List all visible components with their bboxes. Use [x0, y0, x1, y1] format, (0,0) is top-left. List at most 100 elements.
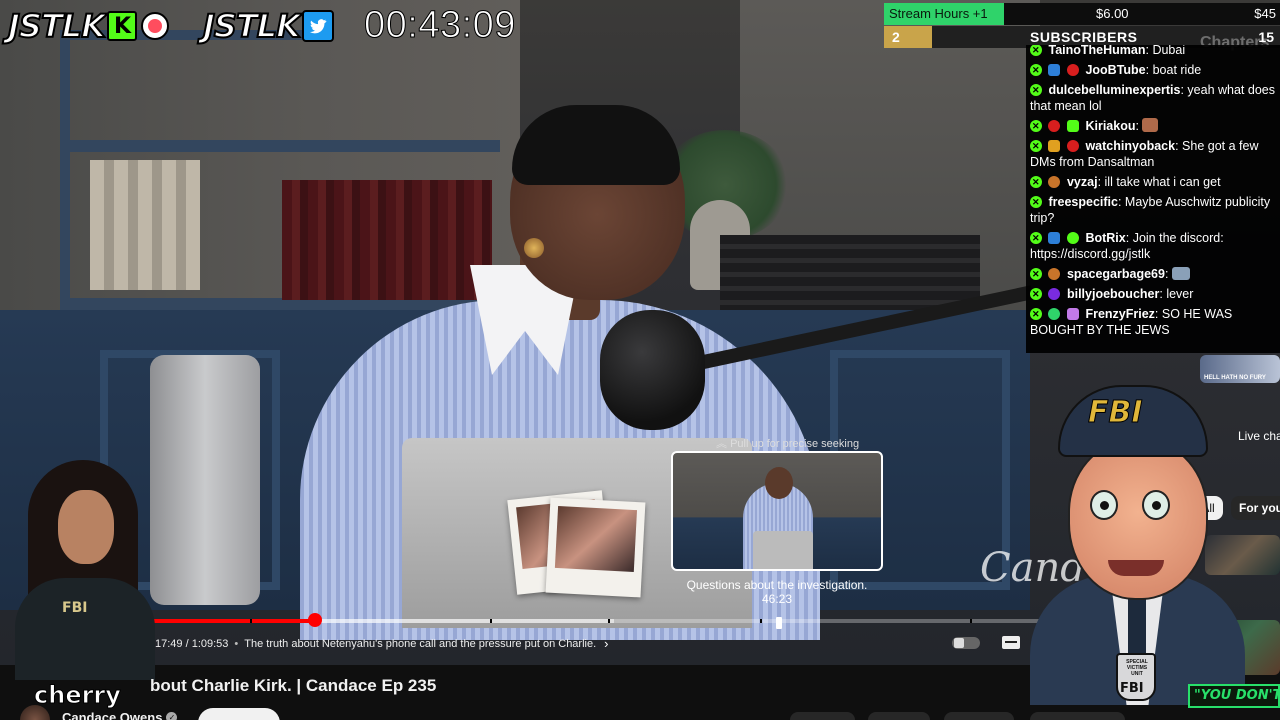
chevron-right-icon[interactable]: ›	[604, 636, 608, 651]
sub-badge-icon	[1048, 232, 1061, 244]
books	[90, 160, 200, 290]
red-badge-icon	[1066, 64, 1079, 76]
red-badge-icon	[1066, 140, 1079, 152]
chat-message: TainoTheHuman: Dubai	[1030, 45, 1276, 58]
verified-badge-icon	[1066, 232, 1079, 244]
green-badge-icon	[1048, 308, 1061, 320]
chat-message: billyjoeboucher: lever	[1030, 286, 1276, 302]
chat-message: freespecific: Maybe Auschwitz publicity …	[1030, 194, 1276, 226]
chat-text: ill take what i can get	[1104, 175, 1221, 189]
thumbnail-caption: HELL HATH NO FURY	[1204, 375, 1266, 381]
streamer-name: cherry	[34, 681, 122, 710]
lavender-badge-icon	[1066, 308, 1079, 320]
chapter-divider	[608, 619, 610, 623]
mascot-eye	[1142, 490, 1170, 520]
crown-badge-icon	[1048, 140, 1061, 152]
mouse-cursor-icon	[776, 617, 782, 629]
kick-badge-icon	[1030, 174, 1042, 190]
chat-username: TainoTheHuman	[1048, 45, 1146, 57]
microphone	[600, 310, 705, 430]
channel-name[interactable]: Candace Owens	[62, 710, 162, 720]
emote-icon	[1142, 118, 1159, 132]
video-title: bout Charlie Kirk. | Candace Ep 235	[150, 676, 437, 695]
preview-head	[765, 467, 793, 499]
download-button[interactable]	[1030, 712, 1125, 720]
fbi-mascot: FBI SPECIAL VICTIMS UNIT FBI	[1030, 385, 1245, 705]
kick-badge-icon	[1030, 286, 1042, 302]
subathon-bar: Stream Hours +1 $6.00 $45	[884, 3, 1280, 25]
chat-message: Kiriakou:	[1030, 118, 1276, 134]
books	[282, 180, 492, 300]
channel-avatar[interactable]	[20, 705, 50, 720]
subathon-price-mid: $6.00	[1096, 6, 1129, 21]
chat-username: BotRix	[1085, 231, 1126, 245]
kick-badge-icon	[1030, 194, 1042, 210]
subtitles-icon[interactable]	[1002, 636, 1020, 649]
chat-username: vyzaj	[1066, 175, 1098, 189]
progress-scrubber[interactable]	[307, 613, 322, 627]
brand-text: JSTLK	[202, 6, 302, 46]
subscriber-goal-title: SUBSCRIBERS	[1030, 29, 1138, 45]
kick-badge-icon	[1030, 45, 1042, 58]
polaroid-photo	[545, 497, 646, 598]
progress-played	[150, 619, 315, 623]
twitter-icon	[301, 10, 334, 42]
chevron-up-icon: ︽	[716, 438, 727, 450]
mascot-eye	[1090, 490, 1118, 520]
chat-username: spacegarbage69	[1066, 267, 1165, 281]
verified-check-icon: ✓	[166, 711, 178, 720]
progress-bar[interactable]	[150, 619, 1180, 623]
chapter-title[interactable]: The truth about Netenyahu's phone call a…	[244, 638, 596, 650]
chat-text: boat ride	[1152, 63, 1202, 77]
time-display: 17:49 / 1:09:53	[155, 637, 229, 650]
tumbler	[150, 355, 260, 605]
orange-badge-icon	[1048, 176, 1061, 188]
clip-button[interactable]	[944, 712, 1014, 720]
chat-message: watchinyoback: She got a few DMs from Da…	[1030, 138, 1276, 170]
brand-text: JSTLK	[7, 6, 107, 46]
purple-badge-icon	[1048, 288, 1061, 300]
seek-hint: ︽ Pull up for precise seeking	[716, 435, 859, 451]
chapter-divider	[490, 619, 492, 623]
chapter-divider	[250, 619, 252, 623]
orange-badge-icon	[1048, 268, 1061, 280]
mascot-mouth	[1108, 560, 1164, 576]
kick-badge-icon	[1030, 62, 1042, 78]
kick-badge-icon	[1030, 118, 1042, 134]
kick-badge-icon	[1030, 82, 1042, 98]
kick-badge-icon	[1030, 266, 1042, 282]
chat-message: FrenzyFriez: SO HE WAS BOUGHT BY THE JEW…	[1030, 306, 1276, 338]
seek-preview-chapter: Questions about the investigation.	[686, 578, 868, 592]
like-button[interactable]	[790, 712, 855, 720]
seek-hint-text: Pull up for precise seeking	[730, 438, 860, 450]
subscribe-button[interactable]	[198, 708, 280, 720]
book-stack	[720, 235, 980, 315]
separator-dot: •	[234, 637, 239, 650]
preview-laptop	[753, 531, 813, 569]
chat-username: billyjoeboucher	[1066, 287, 1160, 301]
subathon-label: Stream Hours +1	[889, 6, 988, 21]
green-caption: "YOU DON'T K	[1188, 684, 1280, 708]
emote-icon	[1171, 267, 1190, 280]
chat-username: JooBTube	[1085, 63, 1146, 77]
shelf-plank	[60, 140, 500, 152]
record-icon	[140, 12, 169, 40]
stream-timer: 00:43:09	[364, 4, 516, 47]
earring	[524, 238, 544, 258]
sidebar-thumbnail[interactable]: HELL HATH NO FURY	[1200, 355, 1280, 383]
player-time-row: 17:49 / 1:09:53 • The truth about Neteny…	[155, 636, 609, 651]
chat-username: freespecific	[1048, 195, 1118, 209]
chat-username: watchinyoback	[1085, 139, 1176, 153]
mascot-badge-unit: SPECIAL VICTIMS UNIT	[1126, 659, 1148, 677]
sub-badge-icon	[1048, 64, 1061, 76]
chat-overlay: TainoTheHuman: Dubai JooBTube: boat ride…	[1026, 45, 1280, 353]
chat-text: Dubai	[1152, 45, 1186, 57]
channel-row[interactable]: Candace Owens ✓	[20, 705, 178, 720]
avatar-face	[58, 490, 114, 564]
share-button[interactable]	[868, 712, 930, 720]
subscriber-goal-count: 2	[892, 29, 900, 45]
chat-message: vyzaj: ill take what i can get	[1030, 174, 1276, 190]
red-badge-icon	[1048, 120, 1061, 132]
autoplay-toggle[interactable]	[952, 637, 980, 649]
chat-username: FrenzyFriez	[1085, 307, 1155, 321]
